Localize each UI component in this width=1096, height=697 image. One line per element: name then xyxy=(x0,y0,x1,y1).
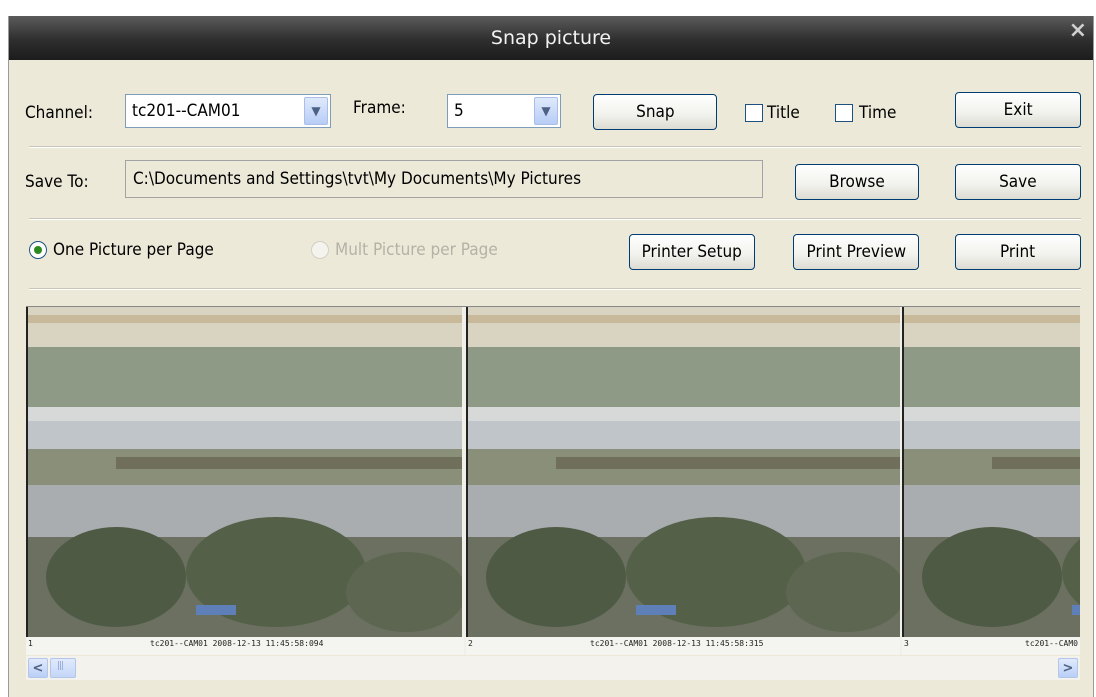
channel-label: Channel: xyxy=(25,103,93,123)
title-checkbox[interactable] xyxy=(745,104,763,122)
print-button-label: Print xyxy=(1000,242,1036,262)
save-button[interactable]: Save xyxy=(955,164,1081,200)
print-preview-button-label: Print Preview xyxy=(806,242,906,262)
frame-select[interactable]: 5 ▼ xyxy=(447,94,561,128)
one-picture-radio[interactable] xyxy=(29,241,47,259)
browse-button-label: Browse xyxy=(829,172,885,192)
printer-setup-button[interactable]: Printer Setup xyxy=(629,234,755,270)
save-button-label: Save xyxy=(999,172,1037,192)
snapshot-index: 2 xyxy=(468,639,473,648)
frame-value: 5 xyxy=(454,101,464,121)
snap-button-label: Snap xyxy=(635,102,675,122)
mult-picture-radio xyxy=(311,241,329,259)
chevron-down-icon[interactable]: ▼ xyxy=(534,97,558,125)
separator xyxy=(29,288,1081,290)
channel-select[interactable]: tc201--CAM01 ▼ xyxy=(125,94,331,128)
chevron-down-icon[interactable]: ▼ xyxy=(304,97,328,125)
print-preview-button[interactable]: Print Preview xyxy=(793,234,919,270)
snapshot-thumbnail[interactable]: 3 tc201--CAM0 xyxy=(902,307,1080,655)
chevron-left-icon[interactable]: < xyxy=(28,658,48,678)
one-picture-label[interactable]: One Picture per Page xyxy=(53,240,214,260)
browse-button[interactable]: Browse xyxy=(795,164,919,200)
snapshot-index: 1 xyxy=(28,639,33,648)
separator xyxy=(29,146,1081,148)
camera-snapshot-image xyxy=(902,307,1080,637)
channel-value: tc201--CAM01 xyxy=(132,101,241,121)
title-checkbox-label[interactable]: Title xyxy=(767,103,800,123)
mult-picture-label: Mult Picture per Page xyxy=(335,240,498,260)
snapshot-thumbnail[interactable]: 1 tc201--CAM01 2008-12-13 11:45:58:094 xyxy=(26,307,464,655)
printer-setup-button-label: Printer Setup xyxy=(641,242,743,262)
close-icon[interactable]: × xyxy=(1069,18,1087,43)
title-bar: Snap picture × xyxy=(9,16,1093,60)
snap-button[interactable]: Snap xyxy=(593,94,717,130)
snapshot-caption-text: tc201--CAM01 2008-12-13 11:45:58:094 xyxy=(150,639,324,648)
snapshot-preview-area: 1 tc201--CAM01 2008-12-13 11:45:58:094 2… xyxy=(26,306,1080,655)
save-to-label: Save To: xyxy=(25,172,89,192)
exit-button-label: Exit xyxy=(1003,100,1033,120)
time-checkbox[interactable] xyxy=(835,104,853,122)
snapshot-thumbnail[interactable]: 2 tc201--CAM01 2008-12-13 11:45:58:315 xyxy=(466,307,900,655)
snapshot-caption: 3 tc201--CAM0 xyxy=(902,637,1080,655)
dialog-title: Snap picture xyxy=(490,27,612,49)
frame-label: Frame: xyxy=(353,98,406,118)
snapshot-caption: 2 tc201--CAM01 2008-12-13 11:45:58:315 xyxy=(466,637,900,655)
snapshot-caption-text: tc201--CAM0 xyxy=(1025,639,1078,648)
snapshot-caption: 1 tc201--CAM01 2008-12-13 11:45:58:094 xyxy=(26,637,464,655)
camera-snapshot-image xyxy=(26,307,462,637)
print-button[interactable]: Print xyxy=(955,234,1081,270)
time-checkbox-label[interactable]: Time xyxy=(859,103,896,123)
save-path-value: C:\Documents and Settings\tvt\My Documen… xyxy=(133,169,582,189)
chevron-right-icon[interactable]: > xyxy=(1058,658,1078,678)
snapshot-caption-text: tc201--CAM01 2008-12-13 11:45:58:315 xyxy=(590,639,764,648)
exit-button[interactable]: Exit xyxy=(955,92,1081,128)
snapshot-index: 3 xyxy=(904,639,909,648)
horizontal-scrollbar[interactable]: < > xyxy=(26,656,1080,680)
scrollbar-thumb[interactable] xyxy=(50,658,76,678)
camera-snapshot-image xyxy=(466,307,900,637)
separator xyxy=(29,218,1081,220)
save-path-field: C:\Documents and Settings\tvt\My Documen… xyxy=(125,160,763,198)
